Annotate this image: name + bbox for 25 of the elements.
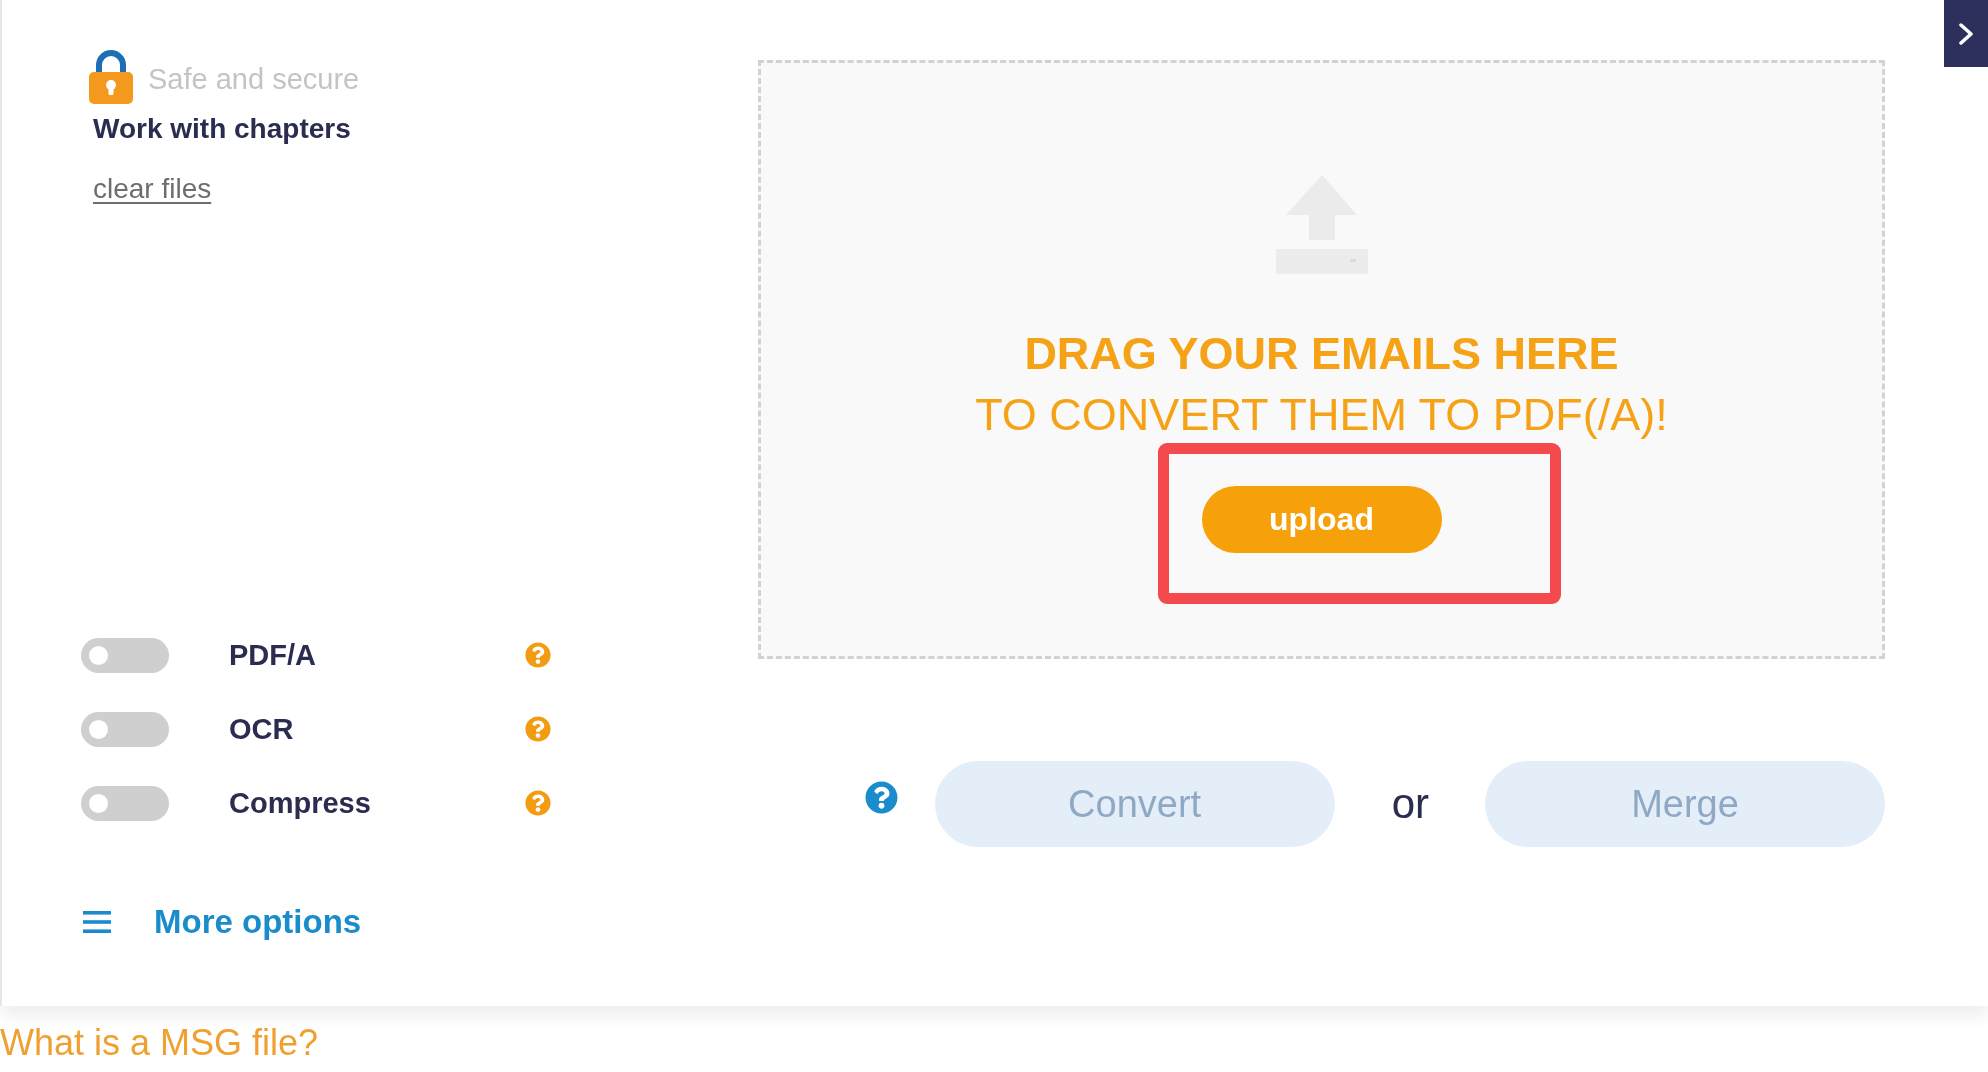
- feature-title: Work with chapters: [93, 112, 351, 146]
- upload-icon: [1275, 175, 1368, 274]
- chevron-right-icon: [1959, 22, 1973, 45]
- option-label: Compress: [229, 786, 372, 820]
- padlock-icon: [89, 48, 133, 104]
- toggle-switch[interactable]: [81, 785, 169, 821]
- toggle-switch[interactable]: [81, 637, 169, 673]
- upload-button[interactable]: upload: [1201, 486, 1442, 553]
- menu-icon: [83, 911, 111, 933]
- drop-subline: TO CONVERT THEM TO PDF(/A)!: [975, 388, 1668, 442]
- option-label: OCR: [229, 712, 295, 746]
- help-icon[interactable]: [525, 642, 551, 668]
- drop-headline: DRAG YOUR EMAILS HERE: [1024, 327, 1619, 381]
- sidebar-toggle-button[interactable]: [1944, 0, 1988, 67]
- more-options-button[interactable]: More options: [83, 902, 362, 942]
- help-icon[interactable]: [525, 790, 551, 816]
- security-note: Safe and secure: [148, 62, 360, 96]
- option-label: PDF/A: [229, 638, 317, 672]
- or-separator: or: [1391, 780, 1429, 828]
- help-icon[interactable]: [525, 716, 551, 742]
- section-heading: What is a MSG file?: [0, 1022, 319, 1064]
- drop-zone[interactable]: DRAG YOUR EMAILS HERE TO CONVERT THEM TO PDF(/A)! upload: [758, 60, 1885, 659]
- help-icon[interactable]: [864, 781, 898, 814]
- clear-files-link[interactable]: clear files: [93, 172, 212, 206]
- toggle-switch[interactable]: [81, 711, 169, 747]
